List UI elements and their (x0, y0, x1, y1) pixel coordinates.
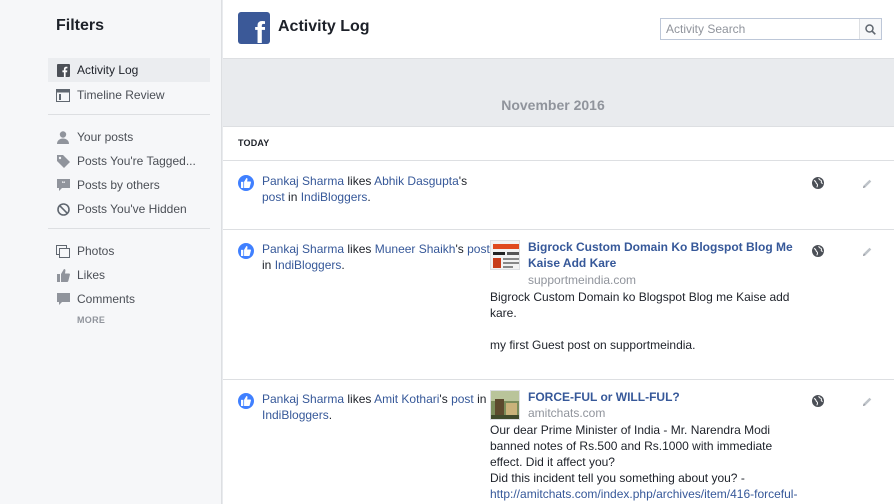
activity-description: Pankaj Sharma likes Muneer Shaikh's post… (262, 241, 492, 273)
sidebar-item-comments[interactable]: Comments (48, 287, 210, 311)
sidebar-item-your-posts[interactable]: Your posts (48, 125, 210, 149)
globe-icon[interactable] (812, 245, 824, 257)
verb-text: likes (344, 242, 375, 256)
sidebar-item-label: Posts You've Hidden (77, 202, 187, 216)
possessive-text: 's (439, 392, 448, 406)
link-description-line: Our dear Prime Minister of India - Mr. N… (490, 423, 773, 469)
thumbs-up-icon (56, 268, 70, 282)
possessive-text: 's (458, 174, 468, 188)
sidebar-item-label: Your posts (77, 130, 134, 144)
link-domain: amitchats.com (528, 406, 606, 420)
photos-icon (56, 244, 70, 258)
link-description: Bigrock Custom Domain ko Blogspot Blog m… (490, 289, 805, 353)
group-link[interactable]: IndiBloggers (301, 190, 368, 204)
link-thumbnail[interactable] (490, 390, 520, 420)
post-link[interactable]: post (451, 392, 474, 406)
svg-text:“: “ (61, 181, 65, 188)
activity-entry: Pankaj Sharma likes Abhik Dasgupta's pos… (223, 171, 894, 229)
link-description-line: Did this incident tell you something abo… (490, 471, 745, 485)
in-text: in (262, 258, 275, 272)
sidebar-item-hidden[interactable]: Posts You've Hidden (48, 197, 210, 221)
timeline-review-icon (56, 88, 70, 102)
link-thumbnail[interactable] (490, 240, 520, 270)
group-link[interactable]: IndiBloggers (275, 258, 342, 272)
sidebar-item-label: Posts by others (77, 178, 160, 192)
like-badge-icon (238, 243, 254, 259)
period-text: . (328, 408, 333, 422)
section-heading: TODAY (238, 138, 270, 148)
facebook-icon (56, 63, 70, 77)
verb-text: likes (344, 174, 375, 188)
actor-link[interactable]: Pankaj Sharma (262, 174, 344, 188)
post-link[interactable]: post (262, 190, 285, 204)
sidebar-item-timeline-review[interactable]: Timeline Review (48, 83, 210, 107)
in-text: in (284, 190, 301, 204)
sidebar-item-tagged[interactable]: Posts You're Tagged... (48, 149, 210, 173)
period-text: . (367, 190, 371, 204)
possessive-text: 's (455, 242, 464, 256)
page-title: Activity Log (278, 18, 370, 35)
sidebar-item-posts-by-others[interactable]: “ Posts by others (48, 173, 210, 197)
actor-link[interactable]: Pankaj Sharma (262, 392, 344, 406)
sidebar-item-label: Timeline Review (77, 88, 165, 102)
activity-description: Pankaj Sharma likes Abhik Dasgupta's pos… (262, 173, 492, 205)
filters-title: Filters (56, 17, 105, 34)
search-icon (865, 23, 876, 35)
filters-sidebar: Filters Activity Log Timeline Review You… (0, 0, 222, 504)
row-divider (223, 229, 894, 230)
target-link[interactable]: Amit Kothari (374, 392, 439, 406)
row-divider (223, 160, 894, 161)
hidden-icon (56, 202, 70, 216)
month-heading: November 2016 (501, 97, 605, 113)
activity-card: TODAY Pankaj Sharma likes Abhik Dasgupta… (223, 126, 894, 504)
link-description: Our dear Prime Minister of India - Mr. N… (490, 422, 805, 502)
pencil-icon[interactable] (861, 246, 873, 258)
actor-link[interactable]: Pankaj Sharma (262, 242, 344, 256)
target-link[interactable]: Muneer Shaikh (375, 242, 456, 256)
pencil-icon[interactable] (861, 396, 873, 408)
target-link[interactable]: Abhik Dasgupta (374, 174, 459, 188)
activity-entry: Pankaj Sharma likes Muneer Shaikh's post… (223, 239, 894, 379)
tag-icon (56, 154, 70, 168)
activity-description: Pankaj Sharma likes Amit Kothari's post … (262, 391, 492, 423)
sidebar-item-label: Photos (77, 244, 115, 258)
link-description-line: my first Guest post on supportmeindia. (490, 338, 696, 352)
sidebar-item-label: Posts You're Tagged... (77, 154, 196, 168)
like-badge-icon (238, 175, 254, 191)
link-title[interactable]: FORCE-FUL or WILL-FUL? (528, 389, 798, 405)
link-url[interactable]: http://amitchats.com/index.php/archives/… (490, 486, 805, 502)
period-text: . (341, 258, 345, 272)
post-link[interactable]: post (467, 242, 490, 256)
row-divider (223, 379, 894, 380)
more-link[interactable]: MORE (77, 315, 105, 325)
like-badge-icon (238, 393, 254, 409)
in-text: in (473, 392, 487, 406)
sidebar-item-photos[interactable]: Photos (48, 239, 210, 263)
facebook-logo-icon[interactable]: f (238, 12, 270, 44)
verb-text: likes (344, 392, 375, 406)
sidebar-item-label: Comments (77, 292, 136, 306)
person-icon (56, 130, 70, 144)
group-link[interactable]: IndiBloggers (262, 408, 329, 422)
quote-bubble-icon: “ (56, 178, 70, 192)
link-title[interactable]: Bigrock Custom Domain Ko Blogspot Blog M… (528, 239, 798, 271)
activity-search-input[interactable] (661, 19, 859, 39)
sidebar-divider (48, 228, 210, 229)
sidebar-divider (48, 114, 210, 115)
globe-icon[interactable] (812, 395, 824, 407)
sidebar-item-activity-log[interactable]: Activity Log (48, 58, 210, 82)
sidebar-item-label: Likes (77, 268, 106, 282)
activity-entry: Pankaj Sharma likes Amit Kothari's post … (223, 389, 894, 504)
link-description-line: Bigrock Custom Domain ko Blogspot Blog m… (490, 290, 790, 320)
search-button[interactable] (859, 19, 881, 39)
link-domain: supportmeindia.com (528, 273, 637, 287)
sidebar-item-likes[interactable]: Likes (48, 263, 210, 287)
comment-icon (56, 292, 70, 306)
globe-icon[interactable] (812, 177, 824, 189)
pencil-icon[interactable] (861, 178, 873, 190)
activity-search (660, 18, 882, 40)
sidebar-item-label: Activity Log (77, 63, 139, 77)
activity-log-header: f Activity Log (223, 0, 894, 59)
